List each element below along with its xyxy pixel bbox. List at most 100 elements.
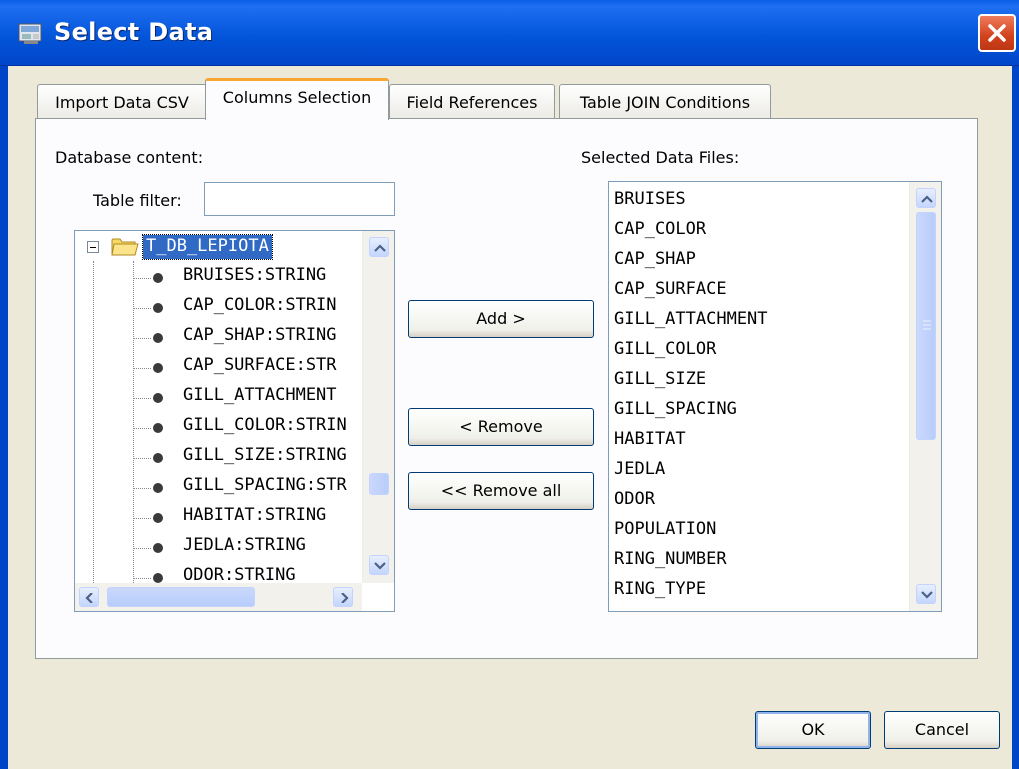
selected-data-files-label: Selected Data Files: — [581, 148, 740, 167]
tree-connector — [133, 488, 151, 489]
chevron-down-icon — [921, 591, 933, 599]
title-bar[interactable]: Select Data — [0, 0, 1019, 66]
list-item[interactable]: HABITAT — [614, 429, 686, 459]
scroll-up-button[interactable] — [369, 237, 389, 257]
tree-leaf-icon — [153, 333, 163, 343]
close-icon — [988, 24, 1006, 42]
tree-node[interactable]: GILL_SIZE:STRING — [75, 442, 362, 472]
list-item[interactable]: POPULATION — [614, 519, 716, 549]
tree-root-node[interactable]: T_DB_LEPIOTA — [75, 233, 362, 263]
list-item[interactable]: CAP_COLOR — [614, 219, 706, 249]
database-tree[interactable]: T_DB_LEPIOTA BRUISES:STRING CAP_COLOR:ST… — [74, 230, 395, 612]
list-item[interactable]: GILL_SIZE — [614, 369, 706, 399]
tree-leaf-icon — [153, 273, 163, 283]
tree-node[interactable]: BRUISES:STRING — [75, 262, 362, 292]
window-title: Select Data — [54, 18, 214, 46]
selected-data-files-list[interactable]: BRUISES CAP_COLOR CAP_SHAP CAP_SURFACE G… — [608, 181, 942, 612]
tree-node[interactable]: JEDLA:STRING — [75, 532, 362, 562]
tree-node[interactable]: ODOR:STRING — [75, 562, 362, 583]
tree-node[interactable]: CAP_SHAP:STRING — [75, 322, 362, 352]
tree-connector — [133, 518, 151, 519]
scroll-down-button[interactable] — [916, 584, 936, 604]
scroll-thumb[interactable] — [107, 587, 255, 607]
tree-viewport: T_DB_LEPIOTA BRUISES:STRING CAP_COLOR:ST… — [75, 231, 362, 583]
chevron-right-icon — [341, 593, 349, 603]
tree-leaf-icon — [153, 423, 163, 433]
tab-import-data-csv[interactable]: Import Data CSV — [37, 84, 207, 118]
list-item[interactable]: JEDLA — [614, 459, 665, 489]
tree-node[interactable]: GILL_SPACING:STR — [75, 472, 362, 502]
window-frame-right — [1012, 66, 1019, 769]
remove-button[interactable]: < Remove — [408, 408, 594, 446]
tree-leaf-icon — [153, 573, 163, 583]
tab-columns-selection[interactable]: Columns Selection — [205, 78, 389, 120]
tree-leaf-icon — [153, 453, 163, 463]
tree-node-label: GILL_SIZE:STRING — [183, 445, 347, 465]
list-item[interactable]: CAP_SURFACE — [614, 279, 727, 309]
scroll-left-button[interactable] — [79, 587, 99, 607]
table-filter-input[interactable] — [204, 182, 395, 216]
tree-node-label: BRUISES:STRING — [183, 265, 327, 285]
scroll-up-button[interactable] — [916, 188, 936, 208]
tree-node-label: GILL_COLOR:STRIN — [183, 415, 347, 435]
tree-root-label[interactable]: T_DB_LEPIOTA — [142, 234, 273, 260]
tree-node[interactable]: CAP_SURFACE:STR — [75, 352, 362, 382]
scroll-down-button[interactable] — [369, 555, 389, 575]
list-item[interactable]: GILL_ATTACHMENT — [614, 309, 768, 339]
tree-horizontal-scrollbar[interactable] — [75, 583, 362, 611]
chevron-up-icon — [921, 195, 933, 203]
tree-node[interactable]: GILL_COLOR:STRIN — [75, 412, 362, 442]
chevron-up-icon — [374, 244, 386, 252]
tree-node[interactable]: GILL_ATTACHMENT — [75, 382, 362, 412]
tree-vertical-scrollbar[interactable] — [362, 231, 394, 583]
tree-node-label: HABITAT:STRING — [183, 505, 327, 525]
list-item[interactable]: GILL_SPACING — [614, 399, 737, 429]
tree-leaf-icon — [153, 513, 163, 523]
ok-button[interactable]: OK — [755, 711, 871, 749]
list-item[interactable]: RING_TYPE — [614, 579, 706, 609]
tree-node-label: CAP_COLOR:STRIN — [183, 295, 337, 315]
tree-connector — [133, 398, 151, 399]
tree-leaf-icon — [153, 363, 163, 373]
tree-node-label: CAP_SHAP:STRING — [183, 325, 337, 345]
chevron-down-icon — [374, 562, 386, 570]
tree-leaf-icon — [153, 393, 163, 403]
tree-node-label: ODOR:STRING — [183, 565, 296, 583]
folder-icon — [111, 238, 139, 256]
tree-connector — [133, 368, 151, 369]
tab-table-join-conditions[interactable]: Table JOIN Conditions — [559, 84, 771, 118]
tree-node[interactable]: CAP_COLOR:STRIN — [75, 292, 362, 322]
tree-leaf-icon — [153, 543, 163, 553]
window-app-icon — [18, 23, 42, 44]
scroll-thumb[interactable] — [369, 473, 389, 495]
scroll-thumb[interactable] — [916, 212, 936, 440]
tree-connector — [133, 278, 151, 279]
tree-leaf-icon — [153, 303, 163, 313]
collapse-icon[interactable] — [87, 241, 99, 253]
tab-field-references[interactable]: Field References — [389, 84, 555, 118]
list-item[interactable]: ODOR — [614, 489, 655, 519]
chevron-left-icon — [85, 593, 93, 603]
list-item[interactable]: BRUISES — [614, 189, 686, 219]
tree-connector — [133, 578, 151, 579]
database-content-label: Database content: — [55, 148, 204, 167]
tree-connector — [133, 308, 151, 309]
list-item[interactable]: RING_NUMBER — [614, 549, 727, 579]
cancel-button[interactable]: Cancel — [884, 711, 1000, 749]
scroll-right-button[interactable] — [333, 587, 353, 607]
tree-node-label: CAP_SURFACE:STR — [183, 355, 337, 375]
remove-all-button[interactable]: << Remove all — [408, 472, 594, 510]
window-frame-left — [0, 66, 8, 769]
table-filter-label: Table filter: — [93, 191, 182, 210]
tree-leaf-icon — [153, 483, 163, 493]
list-item[interactable]: GILL_COLOR — [614, 339, 716, 369]
grip-icon — [923, 320, 931, 330]
list-vertical-scrollbar[interactable] — [909, 182, 941, 611]
tree-node-label: GILL_ATTACHMENT — [183, 385, 337, 405]
tree-node-label: GILL_SPACING:STR — [183, 475, 347, 495]
tree-connector — [133, 338, 151, 339]
tree-node[interactable]: HABITAT:STRING — [75, 502, 362, 532]
close-button[interactable] — [978, 14, 1016, 52]
list-item[interactable]: CAP_SHAP — [614, 249, 696, 279]
add-button[interactable]: Add > — [408, 300, 594, 338]
